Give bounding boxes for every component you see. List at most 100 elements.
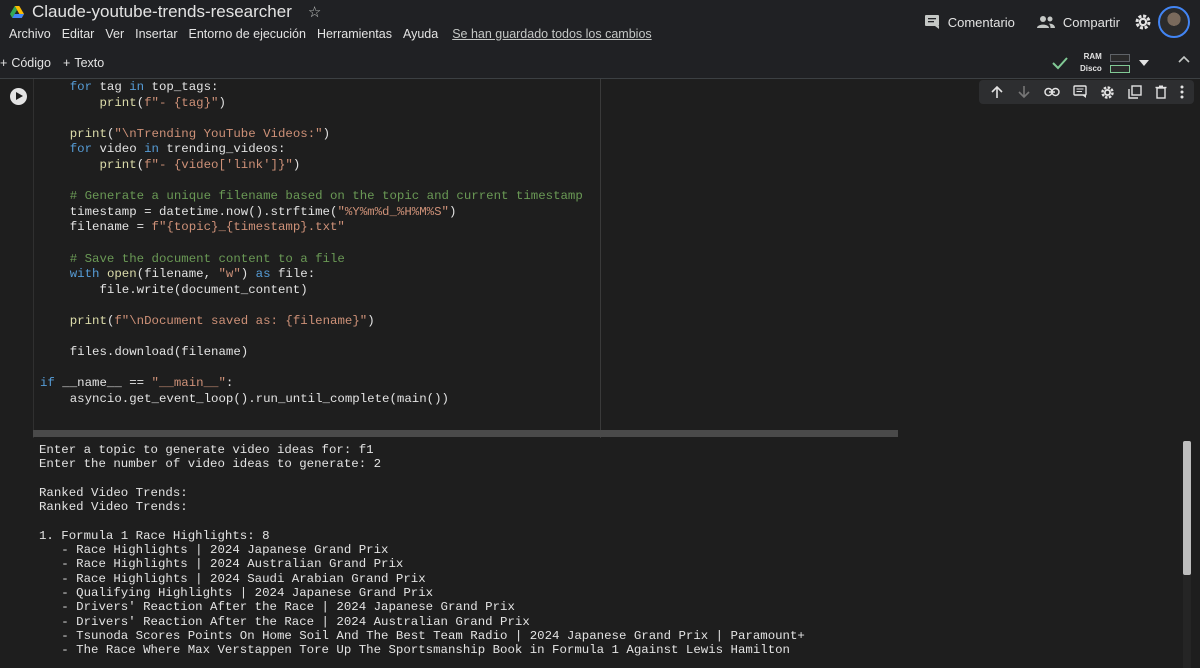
chevron-down-icon[interactable] [1139, 60, 1149, 66]
resource-bars [1109, 53, 1130, 73]
menu-herramientas[interactable]: Herramientas [317, 27, 392, 41]
code-token: file: [270, 267, 316, 282]
code-line[interactable] [40, 330, 583, 346]
code-token: "\nTrending YouTube Videos:" [114, 126, 323, 141]
code-token: trending_videos: [159, 142, 286, 157]
code-token: ) [367, 313, 375, 328]
output-line: - Race Highlights | 2024 Australian Gran… [39, 557, 404, 572]
move-up-icon[interactable] [990, 85, 1004, 99]
add-text-button[interactable]: + Texto [63, 56, 104, 70]
output-line: - Qualifying Highlights | 2024 Japanese … [39, 585, 434, 600]
comment-label: Comentario [947, 14, 1015, 30]
horizontal-scrollbar[interactable] [33, 430, 898, 437]
code-line[interactable]: print(f"- {video['link']}") [40, 158, 583, 174]
output-line: - Tsunoda Scores Points On Home Soil And… [39, 628, 805, 643]
menu-editar[interactable]: Editar [62, 27, 95, 41]
code-token: for [69, 142, 93, 157]
code-token: print [69, 126, 107, 141]
people-icon [1036, 16, 1055, 28]
code-token: files.download(filename) [40, 345, 249, 360]
ram-label: RAM [1083, 52, 1102, 61]
google-drive-icon[interactable] [10, 6, 24, 18]
run-cell-button[interactable] [10, 88, 27, 105]
code-content[interactable]: for tag in top_tags: print(f"- {tag}") p… [40, 80, 583, 407]
code-token: ) [218, 95, 226, 110]
code-token: ( [136, 95, 145, 110]
mirror-cell-icon[interactable] [1127, 85, 1142, 99]
saved-status-link[interactable]: Se han guardado todos los cambios [452, 27, 651, 41]
output-text: Enter a topic to generate video ideas fo… [39, 443, 805, 657]
menu-ver[interactable]: Ver [105, 27, 124, 41]
code-token: ) [448, 204, 457, 219]
code-line[interactable]: for video in trending_videos: [40, 142, 583, 158]
share-button[interactable]: Compartir [1029, 15, 1128, 30]
title-row: Claude-youtube-trends-researcher ☆ [10, 2, 321, 22]
add-code-button[interactable]: + Código [0, 56, 51, 70]
plus-icon: + [63, 56, 71, 70]
chevron-up-icon[interactable] [1174, 53, 1194, 65]
code-line[interactable]: filename = f"{topic}_{timestamp}.txt" [40, 220, 583, 236]
star-icon[interactable]: ☆ [308, 3, 321, 21]
gear-icon[interactable] [1134, 13, 1152, 31]
notebook-toolbar: + Código + Texto RAM Disco [0, 47, 1200, 79]
output-line: - Drivers' Reaction After the Race | 202… [39, 614, 530, 629]
code-line[interactable]: timestamp = datetime.now().strftime("%Y%… [40, 205, 583, 221]
add-code-label: Código [11, 56, 51, 70]
code-line[interactable]: for tag in top_tags: [40, 80, 583, 96]
resource-monitor[interactable]: RAM Disco [1080, 51, 1130, 75]
code-line[interactable]: asyncio.get_event_loop().run_until_compl… [40, 392, 583, 408]
code-line[interactable] [40, 298, 583, 314]
code-token: ) [240, 267, 256, 282]
menu-ayuda[interactable]: Ayuda [403, 27, 438, 41]
output-scrollbar[interactable] [1183, 441, 1191, 668]
menu-insertar[interactable]: Insertar [135, 27, 177, 41]
comment-button[interactable]: Comentario [916, 14, 1023, 30]
code-token: print [69, 313, 107, 328]
output-line: Enter a topic to generate video ideas fo… [39, 443, 374, 457]
disk-label: Disco [1080, 64, 1102, 73]
more-vert-icon[interactable] [1180, 85, 1184, 99]
output-line: - Race Highlights | 2024 Japanese Grand … [39, 543, 389, 558]
code-token: # Generate a unique filename based on th… [69, 189, 583, 204]
menu-bar: Archivo Editar Ver Insertar Entorno de e… [9, 27, 652, 41]
link-icon[interactable] [1043, 87, 1060, 97]
code-token: asyncio.get_event_loop().run_until_compl… [40, 391, 449, 406]
code-line[interactable] [40, 361, 583, 377]
code-line[interactable]: print("\nTrending YouTube Videos:") [40, 127, 583, 143]
code-token: print [99, 157, 137, 172]
delete-icon[interactable] [1155, 85, 1167, 99]
code-line[interactable] [40, 111, 583, 127]
plus-icon: + [0, 56, 8, 70]
output-line: - Drivers' Reaction After the Race | 202… [39, 600, 515, 615]
menu-entorno[interactable]: Entorno de ejecución [189, 27, 306, 41]
output-scrollbar-thumb[interactable] [1183, 441, 1191, 575]
notebook-title[interactable]: Claude-youtube-trends-researcher [32, 2, 292, 22]
menu-archivo[interactable]: Archivo [9, 27, 51, 41]
code-line[interactable] [40, 174, 583, 190]
code-line[interactable]: print(f"\nDocument saved as: {filename}"… [40, 314, 583, 330]
code-line[interactable]: file.write(document_content) [40, 283, 583, 299]
code-line[interactable]: if __name__ == "__main__": [40, 376, 583, 392]
code-line[interactable]: print(f"- {tag}") [40, 96, 583, 112]
code-token: f"- {video['link']}" [144, 157, 293, 172]
code-token: for [69, 80, 93, 94]
move-down-icon[interactable] [1017, 85, 1031, 99]
output-line: Enter the number of video ideas to gener… [39, 457, 382, 472]
code-line[interactable]: files.download(filename) [40, 345, 583, 361]
code-token: print [99, 95, 137, 110]
code-line[interactable] [40, 236, 583, 252]
code-line[interactable]: with open(filename, "w") as file: [40, 267, 583, 283]
avatar[interactable] [1158, 6, 1190, 38]
resource-labels: RAM Disco [1080, 51, 1102, 75]
comment-icon[interactable] [1072, 85, 1087, 99]
code-line[interactable]: # Generate a unique filename based on th… [40, 189, 583, 205]
gear-icon[interactable] [1100, 85, 1115, 100]
code-line[interactable]: # Save the document content to a file [40, 252, 583, 268]
